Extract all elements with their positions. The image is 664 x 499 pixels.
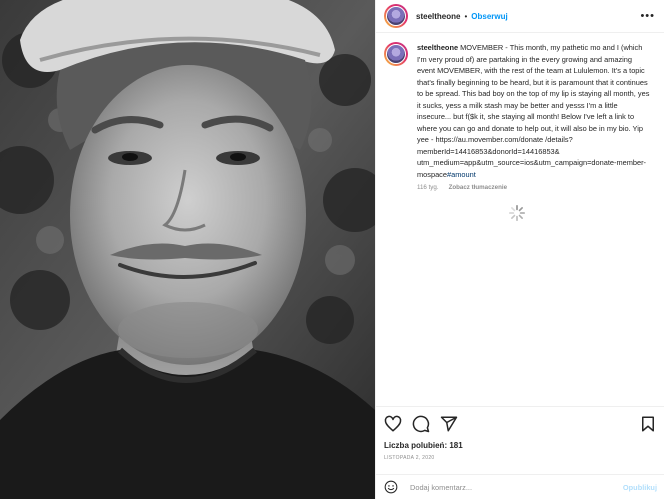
separator-dot: • — [464, 11, 468, 21]
post-comment-button[interactable]: Opublikuj — [623, 483, 657, 492]
action-icons — [384, 415, 657, 433]
post-header: steeltheone • Obserwuj ••• — [376, 0, 664, 33]
comment-icon[interactable] — [412, 415, 430, 433]
comment-input[interactable]: Dodaj komentarz... — [410, 483, 623, 492]
loading-spinner-icon — [508, 204, 526, 222]
caption-section: steeltheone MOVEMBER - This month, my pa… — [376, 34, 664, 406]
caption-text: steeltheone MOVEMBER - This month, my pa… — [417, 42, 652, 180]
post-photo[interactable] — [0, 0, 375, 499]
bookmark-icon[interactable] — [639, 415, 657, 433]
caption-username[interactable]: steeltheone — [417, 43, 458, 52]
caption-row: steeltheone MOVEMBER - This month, my pa… — [384, 42, 655, 180]
caption-content: MOVEMBER - This month, my pathetic mo an… — [417, 43, 650, 179]
emoji-icon[interactable] — [384, 480, 398, 494]
more-options-icon[interactable]: ••• — [640, 10, 655, 22]
comment-bar: Dodaj komentarz... Opublikuj — [376, 474, 664, 499]
author-avatar[interactable] — [384, 4, 408, 28]
post-date[interactable]: LISTOPADA 2, 2020 — [384, 455, 657, 461]
caption-hashtag[interactable]: #amount — [447, 170, 476, 179]
author-username[interactable]: steeltheone — [416, 12, 460, 21]
heart-icon[interactable] — [384, 415, 402, 433]
post-actions: Liczba polubień: 181 LISTOPADA 2, 2020 — [376, 406, 664, 461]
share-icon[interactable] — [440, 415, 458, 433]
likes-count[interactable]: Liczba polubień: 181 — [384, 441, 657, 450]
post-details-panel: steeltheone • Obserwuj ••• steeltheone M… — [375, 0, 664, 499]
translate-link[interactable]: Zobacz tłumaczenie — [449, 184, 507, 191]
post-modal: steeltheone • Obserwuj ••• steeltheone M… — [0, 0, 664, 499]
follow-button[interactable]: Obserwuj — [471, 12, 507, 21]
post-age[interactable]: 116 tyg. — [417, 184, 439, 191]
selfie-photo — [0, 0, 375, 499]
caption-author-avatar[interactable] — [384, 42, 408, 66]
caption-meta: 116 tyg. Zobacz tłumaczenie — [417, 184, 655, 191]
